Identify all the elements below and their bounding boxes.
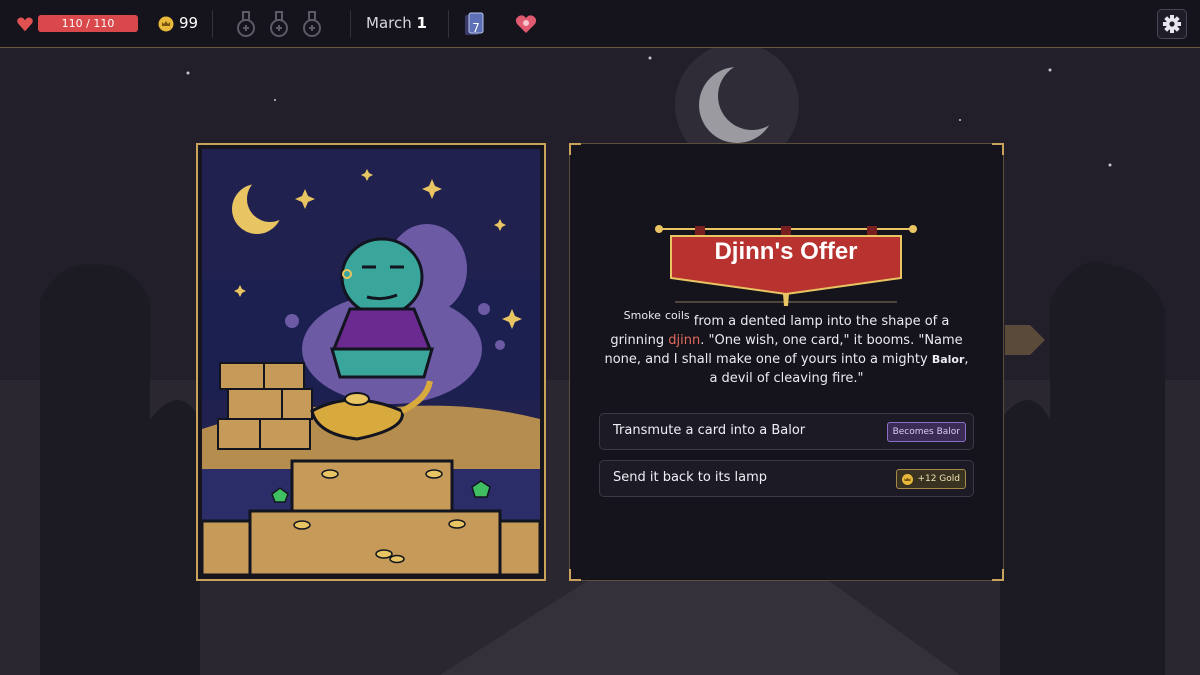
crown-coin-icon — [902, 474, 914, 485]
hud-divider — [212, 10, 213, 38]
heart-icon — [17, 17, 33, 32]
calendar-date: March 1 — [366, 14, 427, 32]
event-illustration-frame — [196, 143, 546, 581]
hud-divider — [350, 10, 351, 38]
health-text: 110 / 110 — [61, 17, 115, 30]
empty-potion-slot-icon[interactable] — [268, 10, 290, 38]
gold-reward-text: +12 Gold — [917, 474, 960, 484]
date-day: 1 — [416, 14, 427, 32]
choice-tag-gold-reward: +12 Gold — [896, 469, 966, 489]
top-bar: 110 / 110 99 March 1 7 — [0, 0, 1200, 48]
date-month: March — [366, 14, 412, 32]
empty-potion-slot-icon[interactable] — [301, 10, 323, 38]
choice-tag-becomes-balor: Becomes Balor — [886, 422, 966, 442]
card-deck-icon[interactable]: 7 — [463, 12, 485, 38]
corner-ornament — [992, 143, 1004, 155]
title-banner — [655, 225, 917, 306]
health-bar: 110 / 110 — [38, 15, 138, 32]
empty-potion-slot-icon[interactable] — [235, 10, 257, 38]
settings-button[interactable] — [1157, 9, 1187, 39]
gold-count: 99 — [179, 14, 199, 32]
corner-ornament — [992, 569, 1004, 581]
heart-relic-icon[interactable] — [515, 13, 537, 35]
hud-divider — [448, 10, 449, 38]
story-highlight: djinn — [668, 333, 701, 348]
crown-coin-icon — [158, 16, 174, 32]
choice-label: Transmute a card into a Balor — [613, 423, 806, 438]
deck-count: 7 — [472, 21, 480, 35]
story-card-name: Balor — [931, 353, 965, 366]
choice-transmute-button[interactable]: Transmute a card into a Balor Becomes Ba… — [599, 413, 974, 450]
corner-ornament — [569, 569, 581, 581]
corner-ornament — [569, 143, 581, 155]
event-story-text: Smoke coils from a dented lamp into the … — [600, 309, 973, 388]
choice-send-back-button[interactable]: Send it back to its lamp +12 Gold — [599, 460, 974, 497]
event-title: Djinn's Offer — [714, 238, 858, 265]
djinn-illustration — [202, 149, 540, 575]
story-word: coils — [665, 309, 690, 322]
gear-icon — [1163, 15, 1181, 33]
choice-label: Send it back to its lamp — [613, 470, 768, 485]
story-word: Smoke — [623, 309, 661, 322]
